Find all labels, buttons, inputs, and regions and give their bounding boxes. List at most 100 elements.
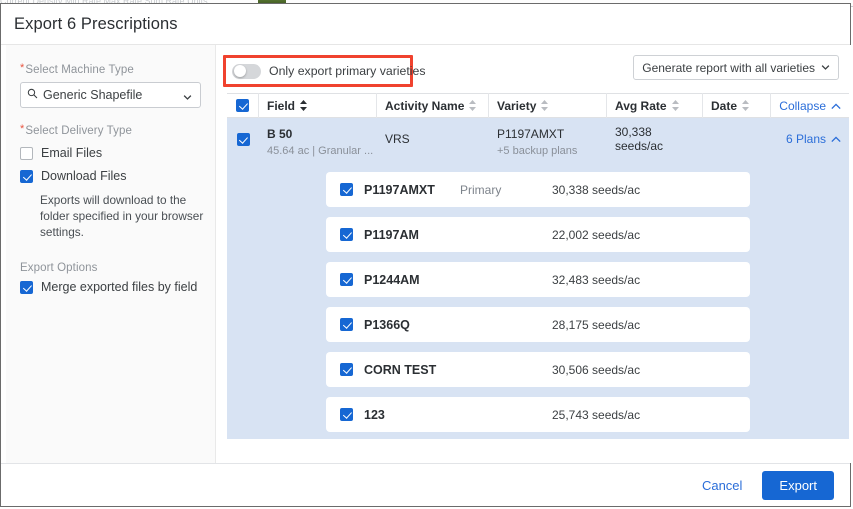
list-item[interactable]: P1366Q 28,175 seeds/ac [326, 307, 750, 342]
variety-checkbox[interactable] [340, 363, 353, 376]
variety-name: P1197AMXT [364, 183, 460, 197]
table-row[interactable]: B 50 45.64 ac | Granular ... VRS P1197AM… [227, 118, 849, 160]
variety-name: P1197AMXT [489, 127, 607, 141]
export-prescriptions-dialog: Export 6 Prescriptions *Select Machine T… [0, 3, 851, 507]
variety-backup-plans: +5 backup plans [489, 144, 607, 158]
delivery-type-label: *Select Delivery Type [20, 123, 201, 137]
collapse-all-label: Collapse [779, 99, 826, 113]
column-header-activity-name-label: Activity Name [377, 99, 464, 113]
prescriptions-table: Field Activity Name Variety [227, 93, 849, 160]
variety-checkbox[interactable] [340, 228, 353, 241]
variety-rate: 28,175 seeds/ac [552, 318, 640, 332]
chevron-up-icon [831, 130, 841, 148]
column-header-date-label: Date [703, 99, 737, 113]
search-icon [27, 88, 38, 102]
variety-list: P1197AMXT Primary 30,338 seeds/ac P1197A… [227, 160, 849, 439]
cell-variety: P1197AMXT +5 backup plans [489, 120, 607, 158]
toggle-knob [234, 65, 246, 77]
report-type-select[interactable]: Generate report with all varieties [633, 55, 839, 80]
checkbox-row-merge-files[interactable]: Merge exported files by field [20, 280, 201, 294]
list-item[interactable]: 123 25,743 seeds/ac [326, 397, 750, 432]
variety-name: P1197AM [364, 228, 460, 242]
sort-icon[interactable] [541, 100, 548, 111]
row-plans-toggle[interactable]: 6 Plans [771, 130, 849, 148]
page-title: Export 6 Prescriptions [14, 15, 178, 34]
machine-type-label: *Select Machine Type [20, 62, 201, 76]
row-select-cell[interactable] [227, 133, 259, 146]
machine-type-label-text: Select Machine Type [25, 64, 133, 76]
variety-rate: 32,483 seeds/ac [552, 273, 640, 287]
variety-checkbox[interactable] [340, 273, 353, 286]
list-item[interactable]: CORN TEST 30,506 seeds/ac [326, 352, 750, 387]
column-header-date[interactable]: Date [703, 93, 771, 118]
column-header-avg-rate-label: Avg Rate [607, 99, 667, 113]
variety-primary-tag: Primary [460, 183, 552, 197]
column-header-variety[interactable]: Variety [489, 93, 607, 118]
row-checkbox[interactable] [237, 133, 250, 146]
variety-name: CORN TEST [364, 363, 460, 377]
row-plans-label: 6 Plans [786, 132, 826, 146]
export-button[interactable]: Export [762, 471, 834, 500]
sort-icon[interactable] [672, 100, 679, 111]
dialog-header: Export 6 Prescriptions [1, 4, 850, 45]
primary-varieties-toggle[interactable] [232, 64, 261, 79]
variety-rate: 25,743 seeds/ac [552, 408, 640, 422]
required-asterisk-delivery: * [20, 123, 24, 135]
cell-activity-name: VRS [377, 132, 489, 146]
field-name: B 50 [259, 127, 377, 141]
merge-files-checkbox[interactable] [20, 281, 33, 294]
variety-checkbox[interactable] [340, 183, 353, 196]
column-header-field[interactable]: Field [259, 93, 377, 118]
email-files-checkbox[interactable] [20, 147, 33, 160]
list-item[interactable]: P1197AMXT Primary 30,338 seeds/ac [326, 172, 750, 207]
chevron-down-icon [821, 61, 830, 75]
variety-name: 123 [364, 408, 460, 422]
list-item[interactable]: P1244AM 32,483 seeds/ac [326, 262, 750, 297]
variety-rate: 30,506 seeds/ac [552, 363, 640, 377]
checkbox-row-email-files[interactable]: Email Files [20, 146, 201, 160]
sort-ascending-icon[interactable] [300, 100, 307, 111]
export-settings-panel: *Select Machine Type Generic Shapefile *… [6, 45, 216, 463]
collapse-all-button[interactable]: Collapse [771, 93, 849, 118]
machine-type-value: Generic Shapefile [43, 88, 142, 102]
required-asterisk: * [20, 62, 24, 74]
column-header-avg-rate[interactable]: Avg Rate [607, 93, 703, 118]
column-header-activity-name[interactable]: Activity Name [377, 93, 489, 118]
report-type-value: Generate report with all varieties [642, 61, 815, 75]
cancel-button[interactable]: Cancel [692, 472, 752, 499]
export-options-label: Export Options [20, 262, 201, 274]
download-location-note: Exports will download to the folder spec… [40, 192, 208, 240]
variety-checkbox[interactable] [340, 318, 353, 331]
list-item[interactable]: P1197AM 22,002 seeds/ac [326, 217, 750, 252]
merge-files-label: Merge exported files by field [41, 280, 197, 294]
table-header-row: Field Activity Name Variety [227, 93, 849, 118]
select-all-checkbox[interactable] [236, 99, 249, 112]
column-header-variety-label: Variety [489, 99, 536, 113]
variety-name: P1366Q [364, 318, 460, 332]
cell-field: B 50 45.64 ac | Granular ... [259, 120, 377, 158]
email-files-label: Email Files [41, 146, 102, 160]
variety-rate: 30,338 seeds/ac [552, 183, 640, 197]
variety-checkbox[interactable] [340, 408, 353, 421]
chevron-down-icon [183, 91, 192, 100]
activity-name-value: VRS [377, 132, 410, 146]
sort-icon[interactable] [742, 100, 749, 111]
variety-name: P1244AM [364, 273, 460, 287]
sort-icon[interactable] [469, 100, 476, 111]
primary-varieties-toggle-highlight[interactable]: Only export primary varieties [223, 55, 413, 87]
machine-type-select[interactable]: Generic Shapefile [20, 82, 201, 108]
chevron-up-icon [831, 97, 841, 115]
prescriptions-panel: Only export primary varieties Generate r… [217, 45, 852, 463]
column-header-field-label: Field [259, 99, 295, 113]
checkbox-row-download-files[interactable]: Download Files [20, 169, 201, 183]
table-controls: Only export primary varieties Generate r… [217, 45, 852, 93]
variety-rate: 22,002 seeds/ac [552, 228, 640, 242]
cell-avg-rate: 30,338 seeds/ac [607, 125, 703, 153]
download-files-label: Download Files [41, 169, 126, 183]
select-all-cell[interactable] [227, 93, 259, 118]
field-details: 45.64 ac | Granular ... [259, 144, 377, 158]
primary-varieties-toggle-label: Only export primary varieties [269, 64, 426, 78]
dialog-body: *Select Machine Type Generic Shapefile *… [1, 45, 850, 463]
download-files-checkbox[interactable] [20, 170, 33, 183]
delivery-type-label-text: Select Delivery Type [25, 125, 132, 137]
